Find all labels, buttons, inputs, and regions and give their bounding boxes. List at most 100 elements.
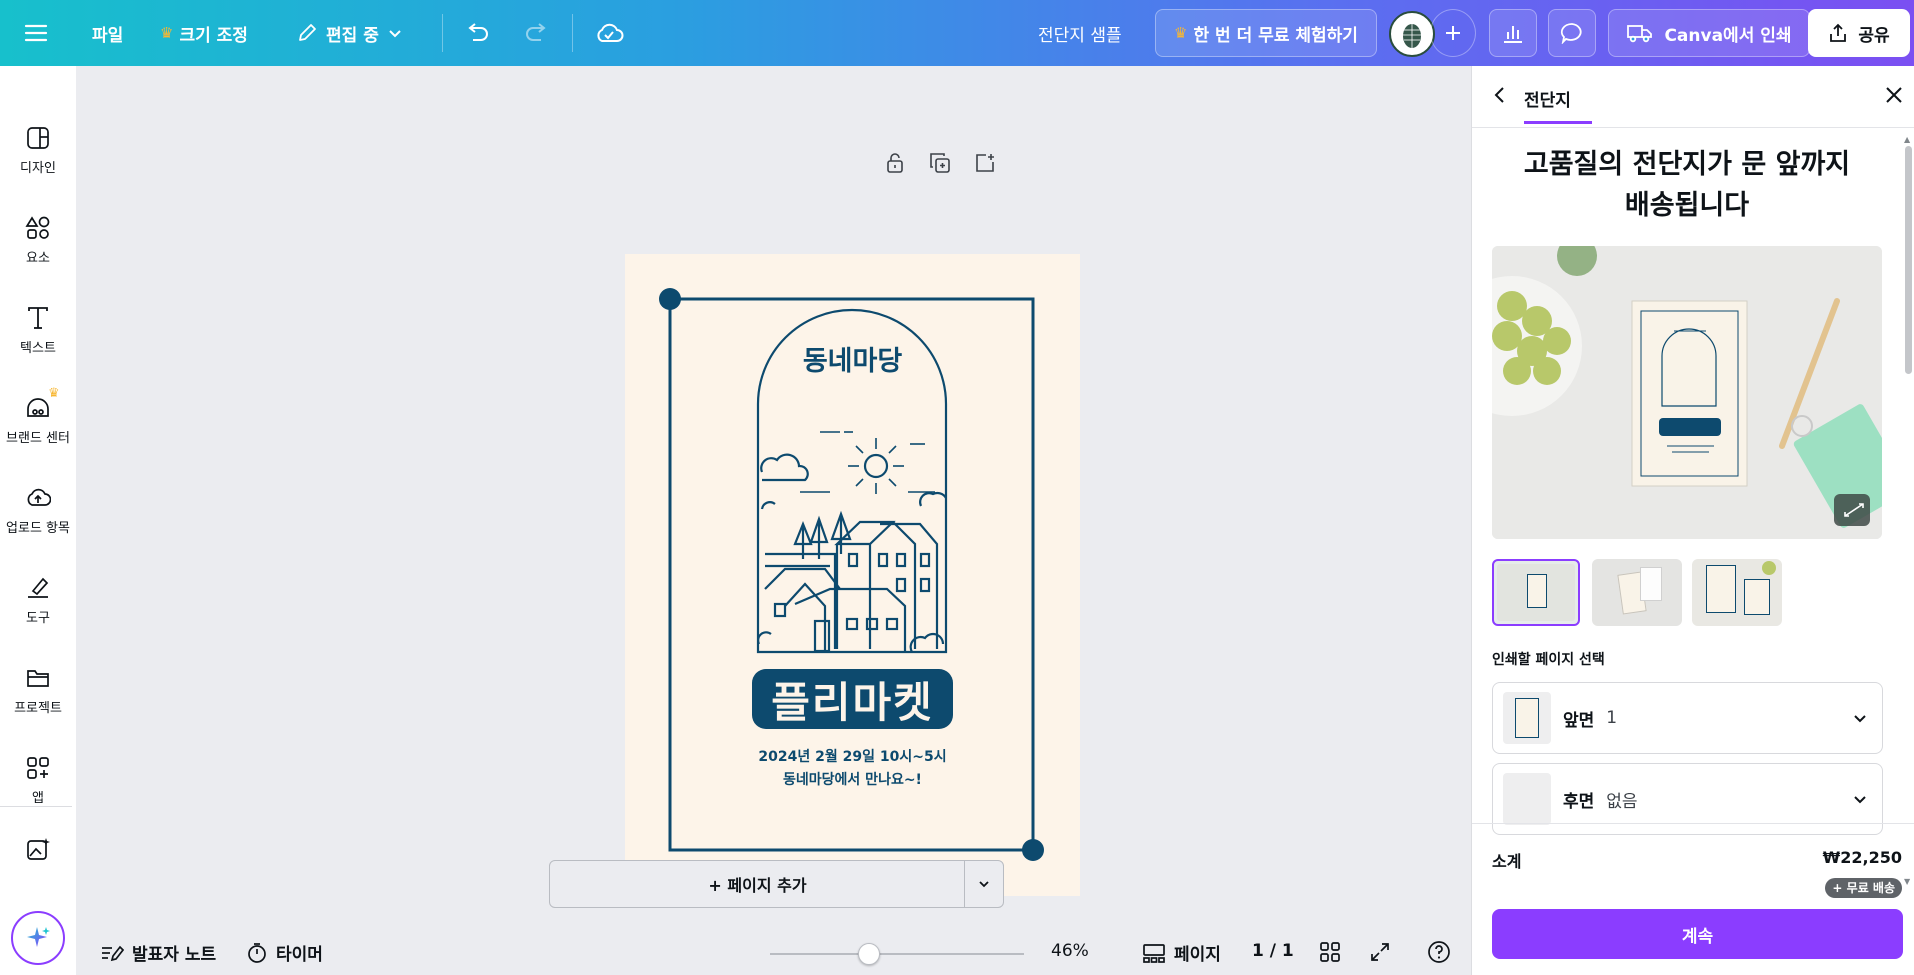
rail-label: 도구 [26, 610, 50, 626]
print-panel: 전단지 고품질의 전단지가 문 앞까지 배송됩니다 인쇄할 페이지 선택 앞면 … [1471, 66, 1914, 975]
editing-label: 편집 중 [326, 25, 379, 46]
back-value: 없음 [1606, 791, 1638, 812]
upload-icon [27, 488, 51, 506]
canvas-area: 동네마당 플리마켓 2024년 2월 29일 10시~5시 동네마당에서 만나요… [76, 66, 1471, 975]
rail-item-projects[interactable]: 프로젝트 [0, 650, 76, 730]
rail-label: 디자인 [20, 160, 56, 176]
divider [572, 14, 573, 52]
plus-icon [1446, 26, 1460, 40]
product-preview-image [1492, 246, 1882, 539]
document-title[interactable]: 전단지 샘플 [1038, 0, 1122, 66]
preview-thumbnail[interactable] [1492, 559, 1580, 626]
back-page-select[interactable]: 후면 없음 [1492, 763, 1883, 835]
menu-icon[interactable] [24, 0, 48, 66]
print-with-canva-button[interactable]: Canva에서 인쇄 [1608, 9, 1810, 57]
divider [0, 806, 72, 807]
fullscreen-icon[interactable] [1369, 941, 1391, 968]
preview-thumbnail[interactable] [1692, 559, 1782, 626]
back-thumbnail [1503, 773, 1551, 825]
tab-underline [1524, 121, 1592, 124]
front-label: 앞면 [1563, 710, 1595, 731]
file-menu[interactable]: 파일 [92, 0, 123, 66]
add-page-button[interactable]: + 페이지 추가 [549, 860, 966, 908]
lock-icon[interactable] [884, 152, 906, 178]
rail-item-apps[interactable]: 앱 [0, 740, 76, 820]
crown-icon: ♛ [160, 24, 174, 42]
help-icon[interactable] [1427, 940, 1451, 969]
rail-item-brand[interactable]: ♛ 브랜드 센터 [0, 380, 76, 460]
pencil-icon [299, 24, 316, 41]
magic-media-icon[interactable] [25, 836, 51, 866]
comment-button[interactable] [1548, 9, 1596, 57]
draw-icon [28, 577, 49, 598]
zoom-level[interactable]: 46% [1051, 941, 1089, 961]
crown-icon: ♛ [1174, 24, 1188, 42]
front-value: 1 [1606, 708, 1618, 728]
insights-button[interactable] [1489, 9, 1537, 57]
apps-icon [27, 756, 49, 779]
back-icon[interactable] [1490, 85, 1510, 109]
add-collaborator-button[interactable] [1430, 9, 1476, 57]
top-bar: 파일 ♛ 크기 조정 편집 중 전단지 샘플 ♛ 한 번 더 무료 체험하기 C… [0, 0, 1914, 66]
subtotal-value: ₩22,250 [1822, 848, 1902, 867]
undo-icon[interactable] [465, 0, 491, 66]
folder-icon [27, 669, 49, 687]
rail-item-text[interactable]: 텍스트 [0, 290, 76, 370]
flyer-details[interactable]: 2024년 2월 29일 10시~5시 동네마당에서 만나요~! [625, 746, 1080, 792]
bar-chart-icon [1504, 26, 1522, 43]
panel-tab-label[interactable]: 전단지 [1524, 86, 1571, 111]
chevron-down-icon [979, 881, 989, 888]
rail-label: 브랜드 센터 [6, 430, 70, 446]
bottom-bar: 발표자 노트 타이머 46% 페이지 1 / 1 [76, 928, 1471, 975]
share-icon [1830, 23, 1847, 42]
add-page-icon[interactable] [974, 152, 996, 178]
add-page-menu-button[interactable] [964, 860, 1004, 908]
front-page-select[interactable]: 앞면 1 [1492, 682, 1883, 754]
crown-icon: ♛ [48, 386, 60, 401]
close-icon[interactable] [1884, 85, 1904, 109]
pages-icon [1143, 943, 1165, 963]
cloud-saved-icon[interactable] [594, 0, 624, 66]
zoom-slider-handle[interactable] [858, 943, 880, 965]
divider [1472, 823, 1914, 824]
notes-label: 발표자 노트 [132, 945, 217, 965]
select-pages-label: 인쇄할 페이지 선택 [1492, 652, 1605, 668]
rail-item-uploads[interactable]: 업로드 항목 [0, 470, 76, 550]
panel-heading: 고품질의 전단지가 문 앞까지 배송됩니다 [1472, 144, 1902, 226]
zoom-slider-track[interactable] [770, 953, 1024, 955]
grid-view-icon[interactable] [1319, 941, 1341, 968]
panel-scrollbar[interactable]: ▲ ▼ [1904, 136, 1912, 890]
text-icon [28, 306, 48, 329]
share-button[interactable]: 공유 [1808, 9, 1910, 57]
canva-ai-button[interactable] [11, 911, 65, 965]
chevron-down-icon [1854, 715, 1866, 723]
avatar[interactable] [1389, 11, 1435, 57]
subtotal-label: 소계 [1492, 852, 1522, 871]
flyer-title[interactable]: 동네마당 [625, 339, 1080, 378]
continue-button[interactable]: 계속 [1492, 909, 1903, 959]
pages-label: 페이지 [1174, 945, 1221, 965]
pages-view-button[interactable]: 페이지 [1142, 940, 1221, 965]
heading-line-2: 배송됩니다 [1624, 190, 1750, 221]
redo-icon[interactable] [523, 0, 549, 66]
design-icon [27, 126, 49, 149]
truck-icon [1627, 25, 1653, 43]
editing-mode-button[interactable]: 편집 중 [296, 0, 403, 66]
preview-thumbnail[interactable] [1592, 559, 1682, 626]
timer-button[interactable]: 타이머 [246, 940, 323, 965]
rail-item-elements[interactable]: 요소 [0, 200, 76, 280]
free-trial-label: 한 번 더 무료 체험하기 [1193, 25, 1358, 46]
free-trial-button[interactable]: ♛ 한 번 더 무료 체험하기 [1155, 9, 1377, 57]
divider [442, 14, 443, 52]
flyer-date: 2024년 2월 29일 10시~5시 [758, 749, 947, 765]
rail-item-design[interactable]: 디자인 [0, 110, 76, 190]
duplicate-page-icon[interactable] [929, 152, 951, 178]
notes-button[interactable]: 발표자 노트 [100, 940, 216, 965]
flyer-headline[interactable]: 플리마켓 [752, 669, 953, 729]
back-label: 후면 [1563, 791, 1595, 812]
rail-item-draw[interactable]: 도구 [0, 560, 76, 640]
design-page[interactable]: 동네마당 플리마켓 2024년 2월 29일 10시~5시 동네마당에서 만나요… [625, 254, 1080, 896]
timer-icon [248, 942, 266, 963]
resize-button[interactable]: ♛ 크기 조정 [160, 0, 248, 66]
side-rail: 디자인 요소 텍스트 ♛ 브랜드 센터 업로드 항목 도구 프로젝트 앱 [0, 66, 76, 975]
